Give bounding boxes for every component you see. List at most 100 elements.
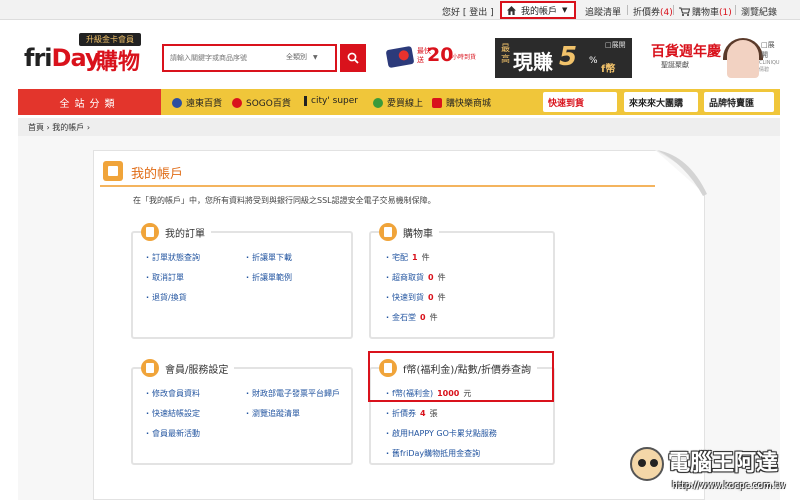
cart-item-label: 宅配 [392,253,409,262]
edit-profile-link[interactable]: 修改會員資料 [146,388,200,399]
cart-item-count: 0 [428,293,434,302]
cart-item-unit: 件 [437,293,446,302]
top-utility-bar: 您好 [ 登出 ] 我的帳戶 ▼ 追蹤清單 折價券(4) 購物車(1) 瀏覽紀錄 [0,0,800,20]
cart-item-label: 快速到貨 [392,293,425,302]
page-title: 我的帳戶 [131,167,184,182]
cart-home-delivery[interactable]: 宅配1件 [386,252,430,263]
my-account-button[interactable]: 我的帳戶 ▼ [500,1,576,19]
promo-hours: 20 [427,44,454,66]
promo-small-2: 送 [417,56,424,64]
coupon-label: 折價券 [392,409,417,418]
sogo-icon [232,97,242,108]
cancel-order-link[interactable]: 取消訂單 [146,272,184,283]
chevron-down-icon: ▼ [562,6,568,14]
mall-aimai[interactable]: 愛買線上 [373,96,423,109]
breadcrumb[interactable]: 首頁 › 我的帳戶 › [18,118,780,136]
mall-label: 愛買線上 [387,99,424,109]
happy-mall-icon [432,97,442,108]
highlight-frame [368,351,554,402]
ad2-expand-button[interactable]: □展開 [761,40,780,60]
old-credit-link[interactable]: 舊friDay購物抵用金查詢 [386,448,480,459]
ad1-expand-button[interactable]: □展開 [605,40,626,50]
coupon-count-link[interactable]: 折價券4張 [386,408,438,419]
aimai-icon [373,97,383,108]
mall-happy[interactable]: 購快樂商城 [432,96,491,109]
fast-delivery-promo[interactable]: 最快送 20 小時到貨 [385,44,480,72]
search-button[interactable] [340,44,366,72]
member-events-link[interactable]: 會員最新活動 [146,428,200,439]
watermark-text: 電腦王阿達 [668,451,779,476]
ad1-coin: f幣 [601,64,616,75]
coupon-value: 4 [420,409,426,418]
greeting-text: 您好 [442,8,461,18]
card-graphic [385,45,415,69]
ad2-subtitle: 聖誕聚獻 [661,61,689,69]
ad1-percent-sign: % [589,56,598,66]
chevron-down-icon: ▼ [313,54,318,61]
fast-delivery-pill[interactable]: 快速到貨 [543,92,617,112]
home-icon [507,5,516,15]
cart-icon [679,7,690,16]
all-categories-button[interactable]: 全站分類 [18,89,161,115]
logo-fri: fri [24,44,52,72]
quick-checkout-link[interactable]: 快速結帳設定 [146,408,200,419]
divider [627,5,628,15]
logout-link[interactable]: [ 登出 ] [463,8,494,18]
mall-fareastern[interactable]: 遠東百貨 [172,96,222,109]
title-divider [100,185,655,187]
return-exchange-link[interactable]: 退貨/換貨 [146,292,187,303]
allowance-sample-link[interactable]: 折讓單範例 [246,272,292,283]
allowance-download-link[interactable]: 折讓單下載 [246,252,292,263]
cart-store-pickup[interactable]: 超商取貨0件 [386,272,446,283]
logo-day: Day [51,44,101,72]
order-status-link[interactable]: 訂單狀態查詢 [146,252,200,263]
search-category-select[interactable]: 全類別 ▼ [286,52,318,62]
anniversary-ad-banner[interactable]: 百貨週年慶 聖誕聚獻 □展開 CLINIQUE 倩碧 [647,38,780,78]
user-icon [141,359,159,377]
search-input[interactable] [170,51,280,65]
cart-item-unit: 件 [429,313,438,322]
mall-citysuper[interactable]: city' super [304,96,358,106]
account-icon [103,161,123,181]
fareastern-icon [172,97,182,108]
cart-title: 購物車 [403,228,433,240]
group-buy-pill[interactable]: 來來來大團購 [624,92,698,112]
ad2-brand: CLINIQUE 倩碧 [759,60,780,73]
cashback-ad-banner[interactable]: 最高 現賺 5 % f幣 □展開 [495,38,632,78]
cart-fast-delivery[interactable]: 快速到貨0件 [386,292,446,303]
coupons-count: (4) [660,8,673,18]
cart-item-label: 超商取貨 [392,273,425,282]
greeting: 您好 [ 登出 ] [442,5,494,18]
watermark-url: http://www.kocpc.com.tw [672,481,786,491]
cart-label: 購物車 [692,8,720,18]
cart-header: 購物車 [379,222,439,242]
tracking-link[interactable]: 追蹤清單 [585,5,621,18]
promo-tail: 小時到貨 [452,54,477,61]
einvoice-link[interactable]: 財政部電子發票平台歸戶 [246,388,340,399]
mall-label: city' super [311,96,358,106]
history-link[interactable]: 瀏覽紀錄 [741,5,777,18]
mall-label: 購快樂商城 [446,99,492,109]
cart-kingstone[interactable]: 金石堂0件 [386,312,438,323]
happygo-link[interactable]: 啟用HAPPY GO卡累兌點服務 [386,428,497,439]
orders-header: 我的訂單 [141,222,211,242]
friday-logo[interactable]: 升級金卡會員 friDay 購物 [24,33,154,77]
member-header: 會員/服務設定 [141,358,235,378]
logo-shop: 購物 [96,50,141,75]
logo-wordmark: friDay [24,44,101,72]
search-icon [347,52,359,64]
tracking-list-link[interactable]: 瀏覽追蹤清單 [246,408,300,419]
ad2-title: 百貨週年慶 [651,44,721,60]
brand-sale-pill[interactable]: 品牌特賣匯 [704,92,774,112]
ad1-earn: 現賺 [513,50,553,74]
coupons-link[interactable]: 折價券(4) [633,5,673,18]
search-box: 全類別 ▼ [162,44,337,72]
orders-title: 我的訂單 [165,228,205,240]
cart-link[interactable]: 購物車(1) [679,5,732,18]
mall-sogo[interactable]: SOGO百貨 [232,96,291,109]
watermark: 電腦王阿達 http://www.kocpc.com.tw [630,445,795,497]
ad1-percent-number: 5 [559,42,578,72]
coupons-label: 折價券 [633,8,661,18]
ssl-notice: 在「我的帳戶」中，您所有資料將受到與銀行同級之SSL認證安全電子交易機制保障。 [133,196,436,205]
cart-item-count: 0 [420,313,426,322]
